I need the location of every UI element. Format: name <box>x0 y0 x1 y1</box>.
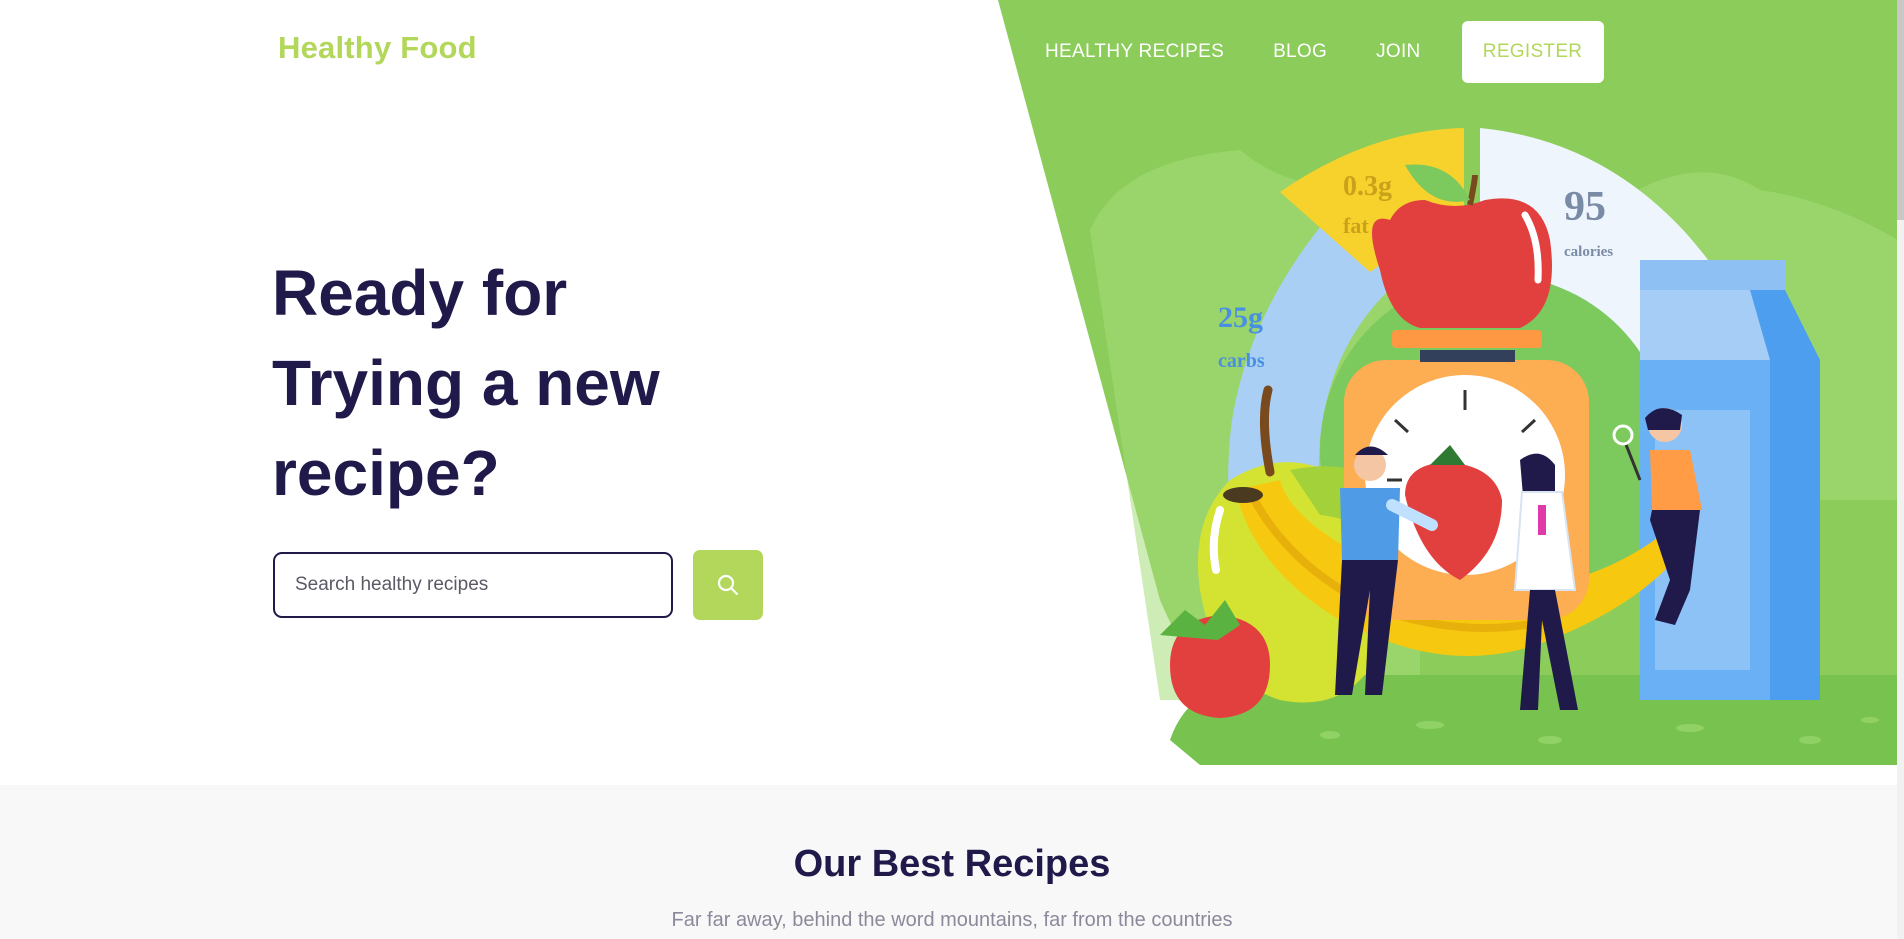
hero-headline: Ready for Trying a new recipe? <box>272 248 832 518</box>
nav-link-blog[interactable]: BLOG <box>1273 41 1327 63</box>
section-subtitle: Far far away, behind the word mountains,… <box>671 909 1233 931</box>
nav-link-healthy-recipes[interactable]: HEALTHY RECIPES <box>1045 41 1224 63</box>
search-icon <box>717 574 739 596</box>
carbs-value: 25g <box>1218 301 1263 334</box>
headline-line-1: Ready for <box>272 257 568 329</box>
nutrition-illustration: 0.3g fat 25g carbs 95 calories <box>1160 128 1904 765</box>
best-recipes-section: Our Best Recipes Far far away, behind th… <box>0 785 1904 939</box>
search-input[interactable] <box>273 552 673 618</box>
headline-line-3: recipe? <box>272 437 500 509</box>
headline-line-2: Trying a new <box>272 347 660 419</box>
fat-value: 0.3g <box>1343 171 1392 202</box>
calories-label: calories <box>1564 244 1613 260</box>
page-scrollbar[interactable] <box>1897 0 1904 939</box>
logo[interactable]: Healthy Food <box>278 30 477 66</box>
fat-label: fat <box>1343 213 1369 238</box>
section-title: Our Best Recipes <box>793 843 1111 885</box>
calories-value: 95 <box>1564 184 1606 230</box>
main-nav: HEALTHY RECIPES BLOG JOIN REGISTER <box>1045 21 1604 83</box>
search-button[interactable] <box>693 550 763 620</box>
scrollbar-thumb[interactable] <box>1897 0 1904 220</box>
nav-link-join[interactable]: JOIN <box>1376 41 1420 63</box>
page: 0.3g fat 25g carbs 95 calories Healthy F… <box>0 0 1904 939</box>
carbs-label: carbs <box>1218 350 1265 372</box>
register-button[interactable]: REGISTER <box>1461 21 1604 83</box>
